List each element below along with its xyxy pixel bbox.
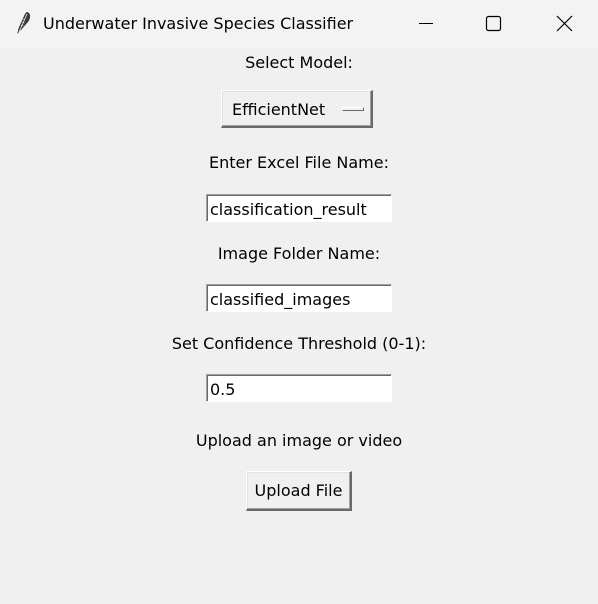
- model-select-value: EfficientNet: [232, 100, 326, 119]
- maximize-icon: [485, 15, 502, 32]
- title-bar[interactable]: Underwater Invasive Species Classifier: [0, 0, 598, 47]
- model-label: Select Model:: [245, 53, 353, 72]
- close-icon: [556, 15, 573, 32]
- minimize-icon: [419, 23, 433, 24]
- excel-file-input[interactable]: [206, 194, 392, 222]
- threshold-input[interactable]: [206, 374, 392, 402]
- upload-file-button[interactable]: Upload File: [246, 471, 352, 511]
- folder-label: Image Folder Name:: [217, 244, 381, 263]
- window-title: Underwater Invasive Species Classifier: [43, 14, 354, 33]
- upload-label: Upload an image or video: [195, 431, 403, 450]
- close-button[interactable]: [530, 0, 598, 47]
- excel-label: Enter Excel File Name:: [209, 153, 389, 172]
- minimize-button[interactable]: [392, 0, 460, 47]
- threshold-label: Set Confidence Threshold (0-1):: [171, 334, 427, 353]
- feather-icon: [12, 10, 34, 36]
- image-folder-input[interactable]: [206, 284, 392, 312]
- app-window: Underwater Invasive Species Classifier S…: [0, 0, 598, 604]
- maximize-button[interactable]: [460, 0, 528, 47]
- dropdown-indicator-icon: [342, 107, 364, 111]
- model-select[interactable]: EfficientNet: [221, 90, 373, 128]
